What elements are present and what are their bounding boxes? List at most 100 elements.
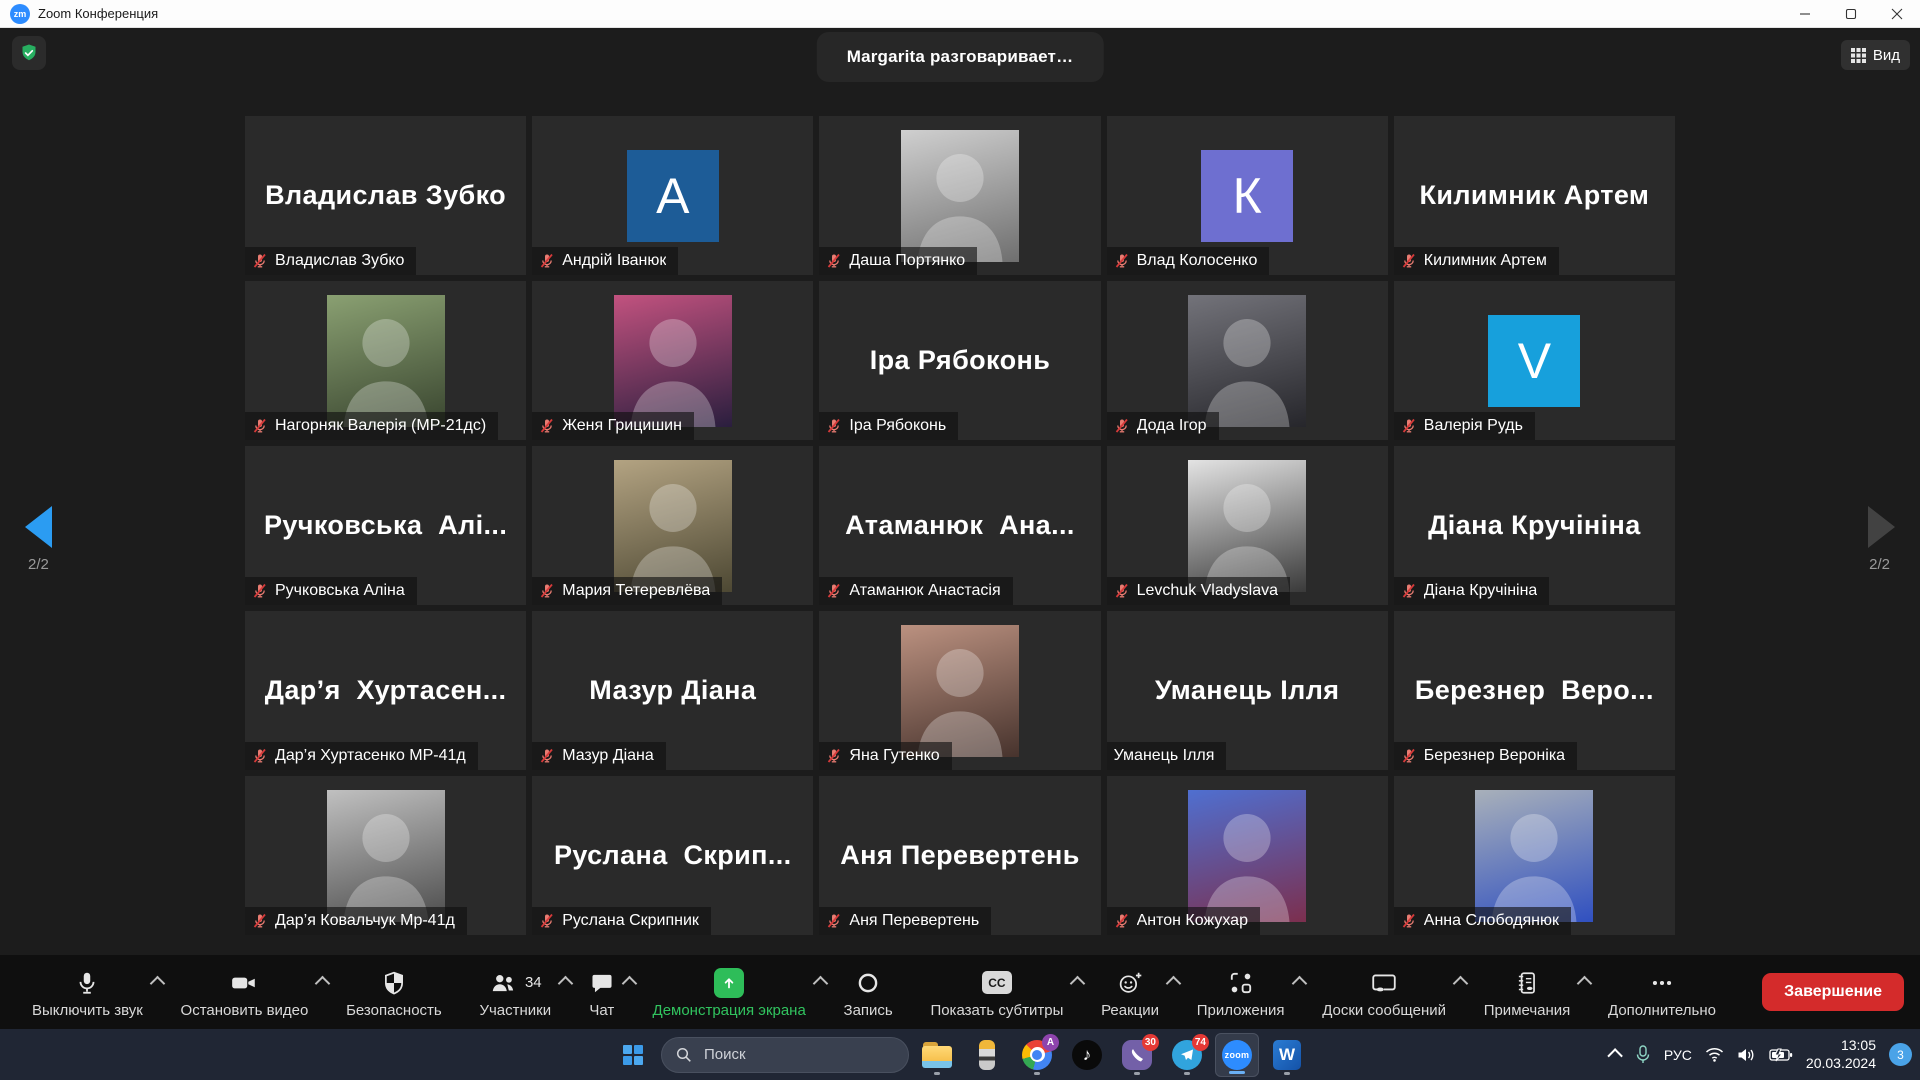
participant-tile[interactable]: Дода Ігор — [1107, 281, 1388, 440]
video-options-caret[interactable] — [315, 975, 331, 991]
toolbar-cc-label: Показать субтитры — [930, 1002, 1063, 1019]
share-options-caret[interactable] — [813, 975, 829, 991]
notification-count-badge[interactable]: 3 — [1889, 1043, 1912, 1066]
toolbar-notes-button[interactable]: Примечания — [1468, 966, 1587, 1019]
tray-microphone-indicator[interactable] — [1635, 1045, 1651, 1065]
participant-tile[interactable]: Яна Гутенко — [819, 611, 1100, 770]
muted-mic-icon — [826, 583, 842, 599]
chrome-notification-badge: A — [1042, 1034, 1059, 1051]
participant-tile[interactable]: Владислав ЗубкоВладислав Зубко — [245, 116, 526, 275]
apps-options-caret[interactable] — [1291, 975, 1307, 991]
participant-tile[interactable]: Нагорняк Валерія (МР-21дс) — [245, 281, 526, 440]
search-input[interactable] — [702, 1045, 876, 1064]
share-screen-icon — [714, 968, 744, 998]
participant-name-text: Килимник Артем — [1424, 252, 1547, 270]
participant-tile[interactable]: Дар’я Хуртасен...Дар’я Хуртасенко МР-41д — [245, 611, 526, 770]
participant-video — [901, 625, 1019, 757]
participant-tile[interactable]: Діана КручінінаДіана Кручініна — [1394, 446, 1675, 605]
toolbar-record-button[interactable]: Запись — [828, 966, 909, 1019]
chat-options-caret[interactable] — [622, 975, 638, 991]
participant-tile[interactable]: Дар’я Ковальчук Мр-41д — [245, 776, 526, 935]
taskbar-aimp-icon[interactable] — [965, 1033, 1009, 1077]
search-icon — [676, 1047, 692, 1063]
participant-tile[interactable]: Аня ПеревертеньАня Перевертень — [819, 776, 1100, 935]
meeting-stage: Margarita разговаривает… Вид Владислав З… — [0, 28, 1920, 955]
close-button[interactable] — [1874, 0, 1920, 27]
participant-tile[interactable]: Ручковська Алі...Ручковська Аліна — [245, 446, 526, 605]
muted-mic-icon — [1114, 913, 1130, 929]
participant-tile[interactable]: Руслана Скрип...Руслана Скрипник — [532, 776, 813, 935]
taskbar-tiktok-icon[interactable]: ♪ — [1065, 1033, 1109, 1077]
windows-taskbar: A ♪3074zoomW РУС — [0, 1029, 1920, 1080]
meeting-toolbar: Выключить звукОстановить видеоБезопаснос… — [0, 955, 1920, 1029]
toolbar-reactions-button[interactable]: Реакции — [1085, 966, 1175, 1019]
zoom-running-indicator — [1229, 1071, 1245, 1074]
toolbar-more-button[interactable]: Дополнительно — [1592, 966, 1732, 1019]
participant-tile[interactable]: Атаманюк Ана...Атаманюк Анастасія — [819, 446, 1100, 605]
participant-display-name: Аня Перевертень — [840, 840, 1080, 871]
participants-options-caret[interactable] — [558, 975, 574, 991]
toolbar-video-button[interactable]: Остановить видео — [165, 966, 325, 1019]
muted-mic-icon — [252, 253, 268, 269]
participant-tile[interactable]: Антон Кожухар — [1107, 776, 1388, 935]
participant-tile[interactable]: Даша Портянко — [819, 116, 1100, 275]
muted-mic-icon — [252, 748, 268, 764]
taskbar-viber-icon[interactable]: 30 — [1115, 1033, 1159, 1077]
cc-options-caret[interactable] — [1070, 975, 1086, 991]
participant-tile[interactable]: VВалерія Рудь — [1394, 281, 1675, 440]
participant-tile[interactable]: Іра РябоконьІра Рябоконь — [819, 281, 1100, 440]
taskbar-word-icon[interactable]: W — [1265, 1033, 1309, 1077]
speaker-icon — [1737, 1047, 1756, 1063]
maximize-button[interactable] — [1828, 0, 1874, 27]
previous-page-arrow[interactable] — [25, 506, 52, 548]
muted-mic-icon — [539, 913, 555, 929]
taskbar-zoom-icon[interactable]: zoom — [1215, 1033, 1259, 1077]
next-page-arrow[interactable] — [1868, 506, 1895, 548]
grid-view-icon — [1851, 48, 1866, 63]
participant-tile[interactable]: КВлад Колосенко — [1107, 116, 1388, 275]
participant-tile[interactable]: ААндрій Іванюк — [532, 116, 813, 275]
participant-name-text: Уманець Ілля — [1114, 747, 1215, 765]
whiteboard-options-caret[interactable] — [1453, 975, 1469, 991]
participant-name-label: Дар’я Ковальчук Мр-41д — [245, 907, 467, 935]
view-button[interactable]: Вид — [1841, 40, 1910, 70]
toolbar-cc-button[interactable]: CCПоказать субтитры — [914, 966, 1079, 1019]
start-button[interactable] — [611, 1033, 655, 1077]
language-indicator[interactable]: РУС — [1664, 1047, 1692, 1063]
participant-name-label: Нагорняк Валерія (МР-21дс) — [245, 412, 498, 440]
reactions-options-caret[interactable] — [1166, 975, 1182, 991]
participant-tile[interactable]: Мазур ДіанаМазур Діана — [532, 611, 813, 770]
participant-display-name: Діана Кручініна — [1428, 510, 1641, 541]
muted-mic-icon — [826, 748, 842, 764]
toolbar-chat-button[interactable]: Чат — [573, 966, 631, 1019]
battery-indicator[interactable] — [1769, 1048, 1793, 1062]
wifi-indicator[interactable] — [1705, 1047, 1724, 1062]
taskbar-explorer-icon[interactable] — [915, 1033, 959, 1077]
participant-tile[interactable]: Мария Тетеревлёва — [532, 446, 813, 605]
participant-tile[interactable]: Levchuk Vladyslava — [1107, 446, 1388, 605]
taskbar-search[interactable] — [661, 1037, 909, 1073]
toolbar-apps-button[interactable]: Приложения — [1181, 966, 1301, 1019]
tray-show-hidden-icons[interactable] — [1611, 1049, 1622, 1060]
toolbar-security-button[interactable]: Безопасность — [330, 966, 458, 1019]
encryption-shield-button[interactable] — [12, 36, 46, 70]
volume-indicator[interactable] — [1737, 1047, 1756, 1063]
taskbar-chrome-icon[interactable]: A — [1015, 1033, 1059, 1077]
toolbar-whiteboard-button[interactable]: Доски сообщений — [1306, 966, 1462, 1019]
mute-options-caret[interactable] — [150, 975, 166, 991]
toolbar-participants-button[interactable]: 34Участники — [463, 966, 567, 1019]
taskbar-telegram-icon[interactable]: 74 — [1165, 1033, 1209, 1077]
minimize-button[interactable] — [1782, 0, 1828, 27]
participant-tile[interactable]: Уманець ІлляУманець Ілля — [1107, 611, 1388, 770]
participant-name-text: Владислав Зубко — [275, 252, 404, 270]
notes-options-caret[interactable] — [1577, 975, 1593, 991]
toolbar-mute-button[interactable]: Выключить звук — [16, 966, 159, 1019]
participant-tile[interactable]: Березнер Веро...Березнер Вероніка — [1394, 611, 1675, 770]
tray-clock[interactable]: 13:05 20.03.2024 — [1806, 1037, 1876, 1072]
minimize-icon — [1799, 8, 1811, 20]
toolbar-share-button[interactable]: Демонстрация экрана — [637, 966, 822, 1019]
participant-tile[interactable]: Килимник АртемКилимник Артем — [1394, 116, 1675, 275]
end-meeting-button[interactable]: Завершение — [1762, 973, 1904, 1011]
participant-tile[interactable]: Женя Грицишин — [532, 281, 813, 440]
participant-tile[interactable]: Анна Слободянюк — [1394, 776, 1675, 935]
